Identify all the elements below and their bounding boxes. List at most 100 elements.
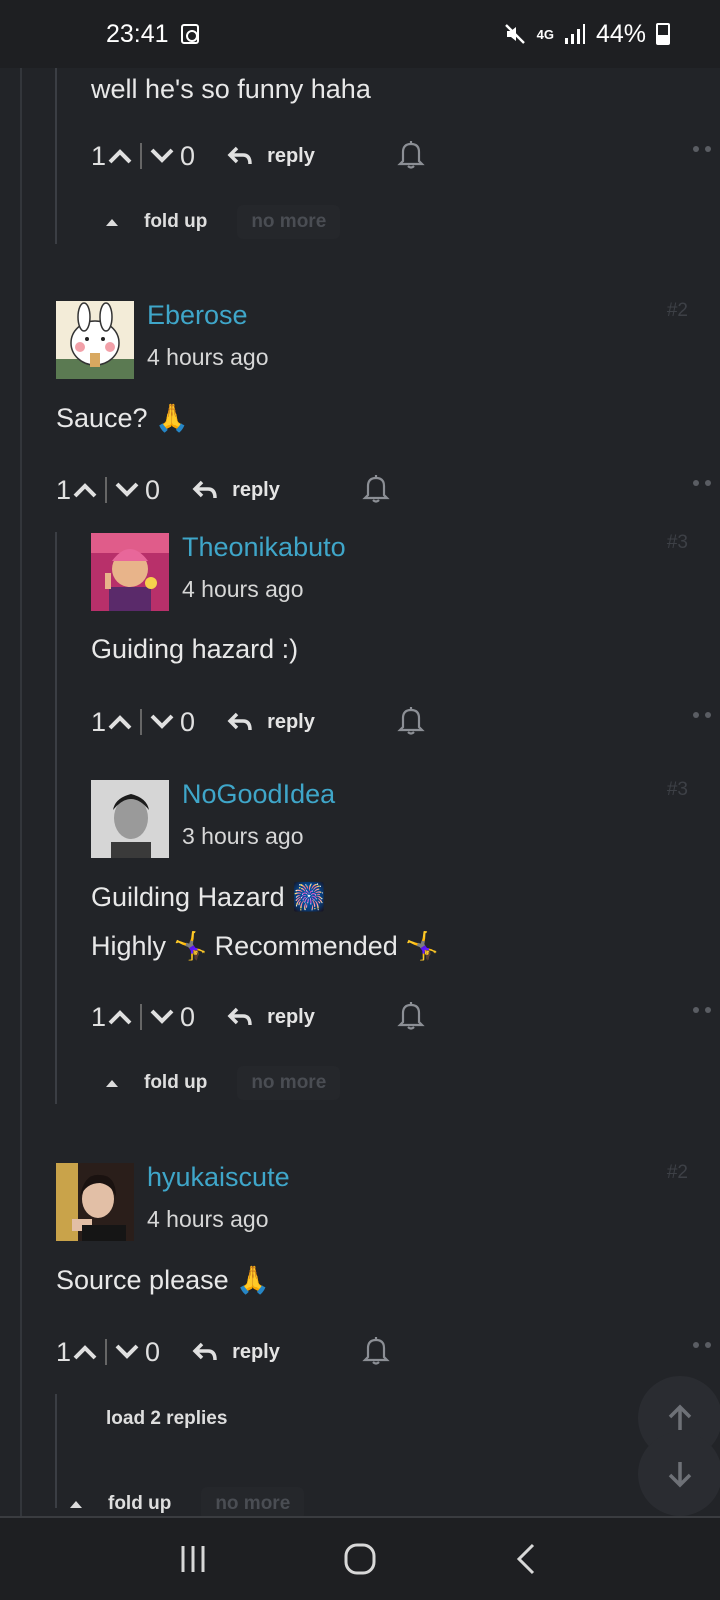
- more-options-icon[interactable]: [693, 1007, 711, 1013]
- reply-rail: [55, 68, 57, 244]
- comment-text: Sauce? 🙏: [56, 403, 189, 433]
- username[interactable]: NoGoodIdea: [182, 779, 335, 810]
- reply-icon: [227, 146, 252, 165]
- reply-button[interactable]: reply: [192, 1341, 280, 1364]
- reply-icon: [192, 1342, 217, 1361]
- fold-up-button[interactable]: fold up: [106, 211, 207, 233]
- downvote-count: 0: [145, 1336, 161, 1367]
- comment-actions: 1 0 reply: [56, 1332, 711, 1372]
- floor-number: #3: [666, 532, 688, 553]
- downvote-count: 0: [145, 474, 161, 505]
- reply-icon: [227, 1007, 252, 1026]
- downvote-icon[interactable]: [148, 708, 176, 736]
- bell-icon[interactable]: [397, 705, 425, 740]
- reply-button[interactable]: reply: [192, 479, 280, 502]
- downvote-icon[interactable]: [148, 1003, 176, 1031]
- floor-number: #3: [666, 779, 688, 800]
- battery-icon: [656, 23, 670, 45]
- recent-apps-icon[interactable]: [175, 1541, 211, 1577]
- downvote-icon[interactable]: [148, 142, 176, 170]
- username[interactable]: Eberose: [147, 300, 248, 331]
- downvote-icon[interactable]: [113, 476, 141, 504]
- triangle-up-icon: [106, 1079, 118, 1087]
- timestamp: 4 hours ago: [147, 1206, 269, 1232]
- bell-icon[interactable]: [362, 473, 390, 508]
- upvote-count: 1: [56, 1336, 72, 1367]
- bell-icon[interactable]: [362, 1335, 390, 1370]
- more-options-icon[interactable]: [693, 712, 711, 718]
- reply-button[interactable]: reply: [227, 1006, 315, 1029]
- upvote-count: 1: [56, 474, 72, 505]
- more-options-icon[interactable]: [693, 146, 711, 152]
- more-options-icon[interactable]: [693, 480, 711, 486]
- triangle-up-icon: [106, 218, 118, 226]
- downvote-icon[interactable]: [113, 1338, 141, 1366]
- vote-divider: [140, 1004, 143, 1030]
- bell-icon[interactable]: [397, 1000, 425, 1035]
- avatar[interactable]: [91, 780, 169, 858]
- load-replies-button[interactable]: load 2 replies: [106, 1408, 227, 1430]
- fold-row: fold up no more: [106, 202, 341, 242]
- avatar[interactable]: [56, 301, 134, 379]
- fold-row: fold up no more: [106, 1063, 341, 1103]
- vote-divider: [140, 143, 143, 169]
- comment-actions: 1 0 reply: [91, 702, 711, 742]
- back-icon[interactable]: [509, 1541, 545, 1577]
- alarm-clock-icon: [180, 24, 199, 44]
- more-options-icon[interactable]: [693, 1342, 711, 1348]
- upvote-icon[interactable]: [106, 142, 134, 170]
- downvote-count: 0: [180, 140, 196, 171]
- floor-number: #2: [666, 300, 688, 321]
- arrow-up-icon: [668, 1404, 692, 1430]
- no-more-label: no more: [237, 205, 341, 239]
- username[interactable]: Theonikabuto: [182, 532, 346, 563]
- reply-rail: [55, 532, 57, 1104]
- mute-icon: [504, 24, 525, 44]
- comment-text: well he's so funny haha: [91, 74, 371, 104]
- upvote-icon[interactable]: [106, 708, 134, 736]
- vote-divider: [105, 1339, 108, 1365]
- comment-actions: 1 0 reply: [56, 470, 711, 510]
- reply-icon: [192, 480, 217, 499]
- thread-rail: [20, 68, 22, 1516]
- bell-icon[interactable]: [397, 139, 425, 174]
- system-nav-bar: [0, 1516, 720, 1600]
- upvote-icon[interactable]: [106, 1003, 134, 1031]
- comment-text: Guilding Hazard 🎆: [91, 882, 326, 912]
- comment-text: Highly 🤸‍♀️ Recommended 🤸‍♀️: [91, 931, 439, 961]
- upvote-icon[interactable]: [71, 1338, 99, 1366]
- fold-up-button[interactable]: fold up: [106, 1072, 207, 1094]
- battery-percent: 44%: [595, 19, 646, 48]
- status-bar: 23:41 4G 44%: [0, 0, 720, 68]
- reply-button[interactable]: reply: [227, 711, 315, 734]
- comment-thread: well he's so funny haha 1 0 reply fold u…: [0, 68, 720, 1516]
- arrow-down-icon: [668, 1462, 692, 1488]
- signal-icon: [564, 24, 585, 44]
- no-more-label: no more: [237, 1066, 341, 1100]
- scroll-down-button[interactable]: [638, 1432, 720, 1516]
- username[interactable]: hyukaiscute: [147, 1162, 290, 1193]
- timestamp: 4 hours ago: [182, 576, 304, 602]
- reply-icon: [227, 712, 252, 731]
- upvote-icon[interactable]: [71, 476, 99, 504]
- home-icon[interactable]: [342, 1541, 378, 1577]
- reply-button[interactable]: reply: [227, 145, 315, 168]
- upvote-count: 1: [91, 140, 107, 171]
- avatar[interactable]: [56, 1163, 134, 1241]
- fold-up-button[interactable]: fold up: [70, 1493, 171, 1515]
- vote-divider: [140, 709, 143, 735]
- upvote-count: 1: [91, 1001, 107, 1032]
- triangle-up-icon: [70, 1500, 82, 1508]
- comment-text: Guiding hazard :): [91, 634, 299, 664]
- downvote-count: 0: [180, 706, 196, 737]
- floor-number: #2: [666, 1162, 688, 1183]
- avatar[interactable]: [91, 533, 169, 611]
- comment-text: Source please 🙏: [56, 1265, 270, 1295]
- comment-actions: 1 0 reply: [91, 136, 711, 176]
- fold-row: fold up no more: [70, 1484, 305, 1516]
- downvote-count: 0: [180, 1001, 196, 1032]
- reply-rail: [55, 1394, 57, 1508]
- no-more-label: no more: [201, 1487, 305, 1516]
- timestamp: 3 hours ago: [182, 823, 304, 849]
- vote-divider: [105, 477, 108, 503]
